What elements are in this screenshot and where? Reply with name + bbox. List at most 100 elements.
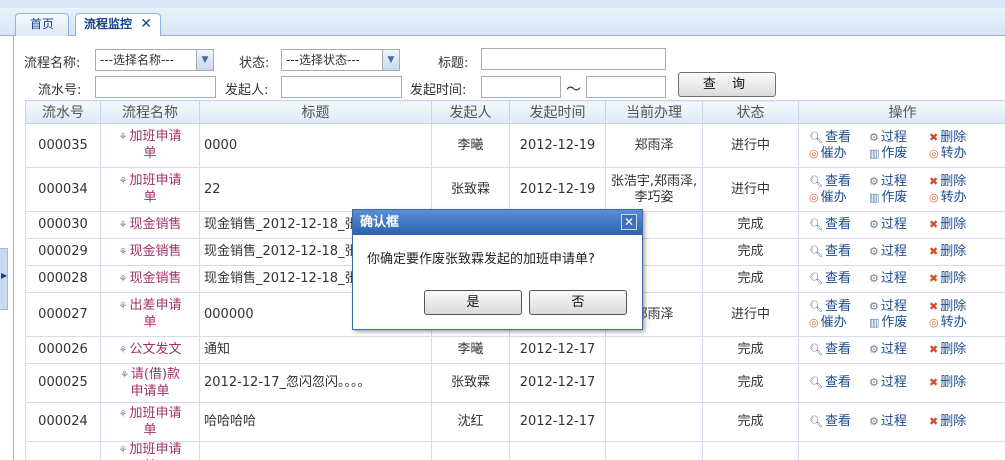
op-link[interactable]: ▥ 作废	[869, 315, 929, 331]
process-name-link[interactable]: ⚘ 公文发文	[119, 342, 182, 359]
op-link[interactable]: ✖ 删除	[929, 342, 989, 358]
process-name-link[interactable]: ⚘ 出差申请单	[114, 298, 186, 331]
op-link[interactable]: 🔍︎ 查看	[809, 342, 869, 358]
op-link[interactable]: ◎ 催办	[809, 315, 869, 331]
table-row[interactable]: 000024 ⚘ 加班申请单 哈哈哈哈 沈红 2012-12-17 完成 🔍︎ 查看 ⚙︎ 过程 ✖ 删…	[25, 402, 1005, 442]
op-link[interactable]: ⚙︎ 过程	[869, 414, 929, 430]
op-link[interactable]: ◎ 催办	[809, 190, 869, 206]
tab-home[interactable]: 首页	[15, 13, 69, 36]
op-link[interactable]: 🔍︎ 查看	[809, 375, 869, 391]
op-link[interactable]: ✖ 删除	[929, 299, 989, 315]
operations-cell: 🔍︎ 查看 ⚙︎ 过程 ✖ 删除	[798, 363, 1005, 403]
process-name-link[interactable]: ⚘加班申请单	[114, 443, 186, 460]
process-name-select-value: ---选择名称---	[100, 53, 174, 67]
op-link[interactable]: 🔍︎ 查看	[809, 299, 869, 315]
process-name-link[interactable]: ⚘ 请(借)款申请单	[114, 367, 186, 400]
process-name-cell: ⚘加班申请单	[100, 123, 200, 168]
tab-close-icon[interactable]: ✕	[140, 16, 152, 32]
process-name-cell: ⚘加班申请单	[100, 402, 200, 442]
op-link[interactable]: ⚙︎ 过程	[869, 299, 929, 315]
flow-icon: ⚘	[118, 344, 128, 356]
initiator-cell: 张致霖	[431, 363, 510, 403]
op-link[interactable]: ✖ 删除	[929, 130, 989, 146]
grid-header-row: 流水号 流程名称 标题 发起人 发起时间 当前办理 状态 操作	[25, 100, 1005, 124]
process-name-select[interactable]: ---选择名称--- ▼	[95, 49, 214, 71]
process-name-link[interactable]: ⚘加班申请单	[114, 129, 186, 162]
op-link[interactable]: ⚙︎ 过程	[869, 244, 929, 260]
table-row[interactable]: 000025 ⚘ 请(借)款申请单 2012-12-17_忽闪忽闪。。。。 张致霖 201…	[25, 363, 1005, 403]
process-name-link[interactable]: ⚘ 现金销售	[119, 217, 182, 234]
table-row[interactable]: 000034 ⚘ 加班申请单 22 张致霖 2012-12-19 张浩宇,郑雨泽,李巧姿 进行…	[25, 167, 1005, 212]
table-row[interactable]: 000035 ⚘ 加班申请单 0000 李曦 2012-12-19 郑雨泽 进行中 🔍︎ 查看 ⚙︎…	[25, 123, 1005, 168]
process-name-link[interactable]: ⚘加班申请单	[114, 173, 186, 206]
title-cell	[199, 441, 432, 460]
table-row[interactable]: ⚘加班申请单	[25, 441, 1005, 460]
dialog-title: 确认框	[360, 215, 400, 230]
op-link[interactable]: ◎ 转办	[929, 190, 989, 206]
status-cell: 完成	[702, 211, 799, 239]
dialog-yes-button[interactable]: 是	[424, 290, 522, 315]
initiator-cell	[431, 441, 510, 460]
table-row[interactable]: 000026 ⚘ 公文发文 通知 李曦 2012-12-17 完成 🔍︎ 查看 ⚙︎ 过程 ✖ 删除	[25, 336, 1005, 364]
initiator-cell: 张致霖	[431, 167, 510, 212]
op-link[interactable]: 🔍︎ 查看	[809, 174, 869, 190]
process-icon: ⚙︎	[869, 343, 879, 356]
op-link[interactable]: 🔍︎ 查看	[809, 244, 869, 260]
op-link[interactable]: ✖ 删除	[929, 217, 989, 233]
process-name-cell: ⚘ 出差申请单	[100, 292, 200, 337]
op-link[interactable]: ✖ 删除	[929, 414, 989, 430]
chevron-down-icon: ▼	[382, 50, 399, 70]
op-label: 作废	[881, 314, 908, 330]
start-time-to-input[interactable]	[586, 76, 666, 98]
op-label: 查看	[824, 129, 851, 145]
op-link[interactable]: ◎ 转办	[929, 146, 989, 162]
op-link[interactable]: ✖ 删除	[929, 244, 989, 260]
process-name-text: 出差申请单	[129, 298, 182, 330]
op-link[interactable]: ⚙︎ 过程	[869, 130, 929, 146]
status-cell: 完成	[702, 363, 799, 403]
status-select[interactable]: ---选择状态--- ▼	[281, 49, 400, 71]
query-button[interactable]: 查 询	[678, 72, 776, 97]
op-label: 作废	[881, 189, 908, 205]
op-label: 查看	[824, 298, 851, 314]
op-link[interactable]: ▥ 作废	[869, 146, 929, 162]
dialog-no-button[interactable]: 否	[529, 290, 627, 315]
initiator-input[interactable]	[281, 76, 402, 98]
initiator-label: 发起人:	[225, 83, 269, 98]
op-link[interactable]: ⚙︎ 过程	[869, 342, 929, 358]
serial-cell: 000026	[25, 336, 101, 364]
op-link[interactable]: ⚙︎ 过程	[869, 271, 929, 287]
op-link[interactable]: ⚙︎ 过程	[869, 375, 929, 391]
process-name-link[interactable]: ⚘ 现金销售	[119, 244, 182, 261]
process-name-cell: ⚘ 公文发文	[100, 336, 200, 364]
start-time-from-input[interactable]	[481, 76, 561, 98]
process-name-link[interactable]: ⚘ 现金销售	[119, 271, 182, 288]
delete-icon: ✖	[929, 218, 939, 231]
status-cell: 进行中	[702, 167, 799, 212]
left-collapse-handle[interactable]: ▶	[0, 248, 8, 310]
op-label: 转办	[940, 145, 967, 161]
process-name-text: 加班申请单	[129, 173, 182, 205]
tab-process-monitor[interactable]: 流程监控 ✕	[75, 13, 161, 37]
op-link[interactable]: 🔍︎ 查看	[809, 271, 869, 287]
op-link[interactable]: ✖ 删除	[929, 174, 989, 190]
magnifier-icon: 🔍︎	[809, 343, 823, 356]
op-link[interactable]: ▥ 作废	[869, 190, 929, 206]
op-link[interactable]: ◎ 催办	[809, 146, 869, 162]
op-label: 作废	[881, 145, 908, 161]
op-link[interactable]: 🔍︎ 查看	[809, 130, 869, 146]
process-name-link[interactable]: ⚘加班申请单	[114, 406, 186, 439]
column-header: 当前办理	[605, 100, 703, 124]
op-link[interactable]: ✖ 删除	[929, 271, 989, 287]
process-name-label: 流程名称:	[24, 56, 81, 71]
op-link[interactable]: ⚙︎ 过程	[869, 217, 929, 233]
serial-input[interactable]	[95, 76, 216, 98]
op-link[interactable]: ✖ 删除	[929, 375, 989, 391]
op-link[interactable]: 🔍︎ 查看	[809, 414, 869, 430]
op-label: 查看	[824, 244, 851, 259]
op-link[interactable]: ◎ 转办	[929, 315, 989, 331]
op-link[interactable]: 🔍︎ 查看	[809, 217, 869, 233]
op-link[interactable]: ⚙︎ 过程	[869, 174, 929, 190]
title-input[interactable]	[481, 48, 666, 70]
dialog-close-icon[interactable]: ✕	[621, 214, 637, 230]
